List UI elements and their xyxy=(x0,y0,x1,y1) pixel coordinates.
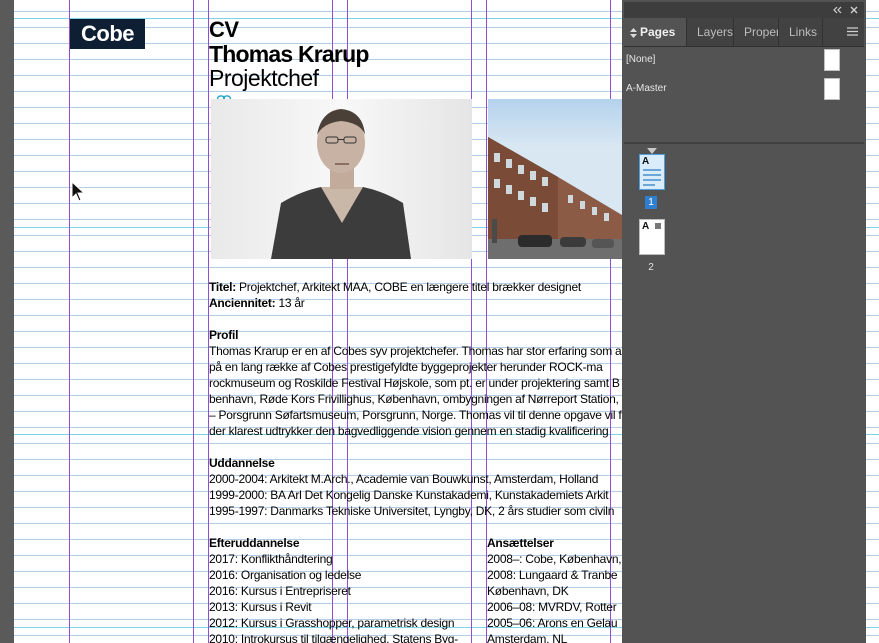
master-a-label[interactable]: A-Master xyxy=(626,83,667,94)
cv-title: CV xyxy=(209,17,239,42)
further-education-line[interactable]: 2010: Introkursus til tilgængelighed, St… xyxy=(209,631,458,643)
further-education-line[interactable]: 2013: Kursus i Revit xyxy=(209,599,312,615)
further-education-line[interactable]: 2016: Kursus i Entrepriseret xyxy=(209,583,351,599)
seniority-line[interactable]: Anciennitet: 13 år xyxy=(209,295,305,311)
education-line[interactable]: 1995-1997: Danmarks Tekniske Universitet… xyxy=(209,503,614,519)
tab-label: Proper xyxy=(744,25,779,39)
column-guide xyxy=(332,0,333,643)
column-guide xyxy=(193,0,194,643)
page-1-thumbnail[interactable]: A xyxy=(639,154,665,190)
profile-heading[interactable]: Profil xyxy=(209,327,238,343)
tab-label: Links xyxy=(789,25,818,39)
employment-heading[interactable]: Ansættelser xyxy=(487,535,554,551)
profile-line[interactable]: på en lang række af Cobes prestigefyldte… xyxy=(209,359,603,375)
close-icon[interactable] xyxy=(850,6,858,14)
further-education-line[interactable]: 2016: Organisation og ledelse xyxy=(209,567,361,583)
further-education-line[interactable]: 2017: Konflikthåndtering xyxy=(209,551,333,567)
person-name: Thomas Krarup xyxy=(209,41,369,67)
title-line[interactable]: Titel: Projektchef, Arkitekt MAA, COBE e… xyxy=(209,279,581,295)
page-1-number[interactable]: 1 xyxy=(645,196,657,209)
column-guide xyxy=(347,0,348,643)
panel-topbar[interactable] xyxy=(624,2,864,18)
tab-layers[interactable]: Layers xyxy=(687,18,734,46)
seniority-value: 13 år xyxy=(278,296,305,310)
seniority-label: Anciennitet: xyxy=(209,296,276,310)
education-heading[interactable]: Uddannelse xyxy=(209,455,275,471)
cv-header[interactable]: CV Thomas Krarup Projektchef xyxy=(209,17,369,91)
document-window: Cobe CV Thomas Krarup Projektchef Titel:… xyxy=(0,0,879,643)
profile-line[interactable]: – Porsgrunn Søfartsmuseum, Porsgrunn, No… xyxy=(209,407,622,423)
mouse-cursor-icon xyxy=(71,181,86,202)
portrait-photo[interactable] xyxy=(211,99,472,259)
employment-line[interactable]: København, DK xyxy=(487,583,569,599)
title-label: Titel: xyxy=(209,280,236,294)
profile-line[interactable]: rockmuseum og Roskilde Festival Højskole… xyxy=(209,375,620,391)
double-chevron-left-icon[interactable] xyxy=(832,6,842,14)
profile-line[interactable]: benhavn, Røde Kors Frivillighus, Københa… xyxy=(209,391,630,407)
tab-label: Layers xyxy=(697,25,734,39)
employment-line[interactable]: Amsterdam, NL xyxy=(487,631,567,643)
employment-line[interactable]: 2008: Lungaard & Tranbe xyxy=(487,567,618,583)
hamburger-icon[interactable] xyxy=(847,27,858,36)
further-education-heading[interactable]: Efteruddannelse xyxy=(209,535,300,551)
pasteboard xyxy=(0,0,14,643)
page-2-master-letter: A xyxy=(642,221,650,232)
education-line[interactable]: 2000-2004: Arkitekt M.Arch., Academie va… xyxy=(209,471,598,487)
further-education-line[interactable]: 2012: Kursus i Grasshopper, parametrisk … xyxy=(209,615,455,631)
page-1-content xyxy=(643,174,661,176)
cobe-logo[interactable]: Cobe xyxy=(70,19,145,49)
employment-line[interactable]: 2008–: Cobe, København, xyxy=(487,551,622,567)
pages-panel[interactable]: Pages Layers Proper Links [None] A-Maste… xyxy=(624,2,864,643)
page-1-content xyxy=(643,179,661,181)
panel-tabbar: Pages Layers Proper Links xyxy=(624,18,864,47)
page-1-master-letter: A xyxy=(642,156,650,167)
tab-links[interactable]: Links xyxy=(779,18,823,46)
profile-line[interactable]: der klarest udtrykker den bagvedliggende… xyxy=(209,423,609,439)
page-2-number[interactable]: 2 xyxy=(645,261,657,274)
profile-line[interactable]: Thomas Krarup er en af Cobes syv projekt… xyxy=(209,343,622,359)
person-role: Projektchef xyxy=(209,65,319,91)
page-1-content xyxy=(643,184,655,186)
column-guide xyxy=(610,0,611,643)
employment-line[interactable]: 2005–06: Arons en Gelau xyxy=(487,615,618,631)
column-guide xyxy=(69,0,70,643)
page-2-thumbnail[interactable]: A xyxy=(639,219,665,255)
title-value: Projektchef, Arkitekt MAA, COBE en længe… xyxy=(239,280,581,294)
tab-grip-icon xyxy=(630,27,637,38)
education-line[interactable]: 1999-2000: BA Arl Det Kongelig Danske Ku… xyxy=(209,487,609,503)
page-1-content xyxy=(643,169,661,171)
master-none-label[interactable]: [None] xyxy=(626,54,655,65)
building-photo[interactable] xyxy=(488,99,622,259)
tab-label: Pages xyxy=(640,25,676,39)
tab-pages[interactable]: Pages xyxy=(624,18,687,46)
master-a-thumbnail[interactable] xyxy=(824,78,840,100)
panel-divider[interactable] xyxy=(624,142,864,144)
tab-properties[interactable]: Proper xyxy=(734,18,779,46)
page-2-content xyxy=(655,223,661,229)
employment-line[interactable]: 2006–08: MVRDV, Rotter xyxy=(487,599,617,615)
column-guide xyxy=(471,0,472,643)
master-none-thumbnail[interactable] xyxy=(824,49,840,71)
